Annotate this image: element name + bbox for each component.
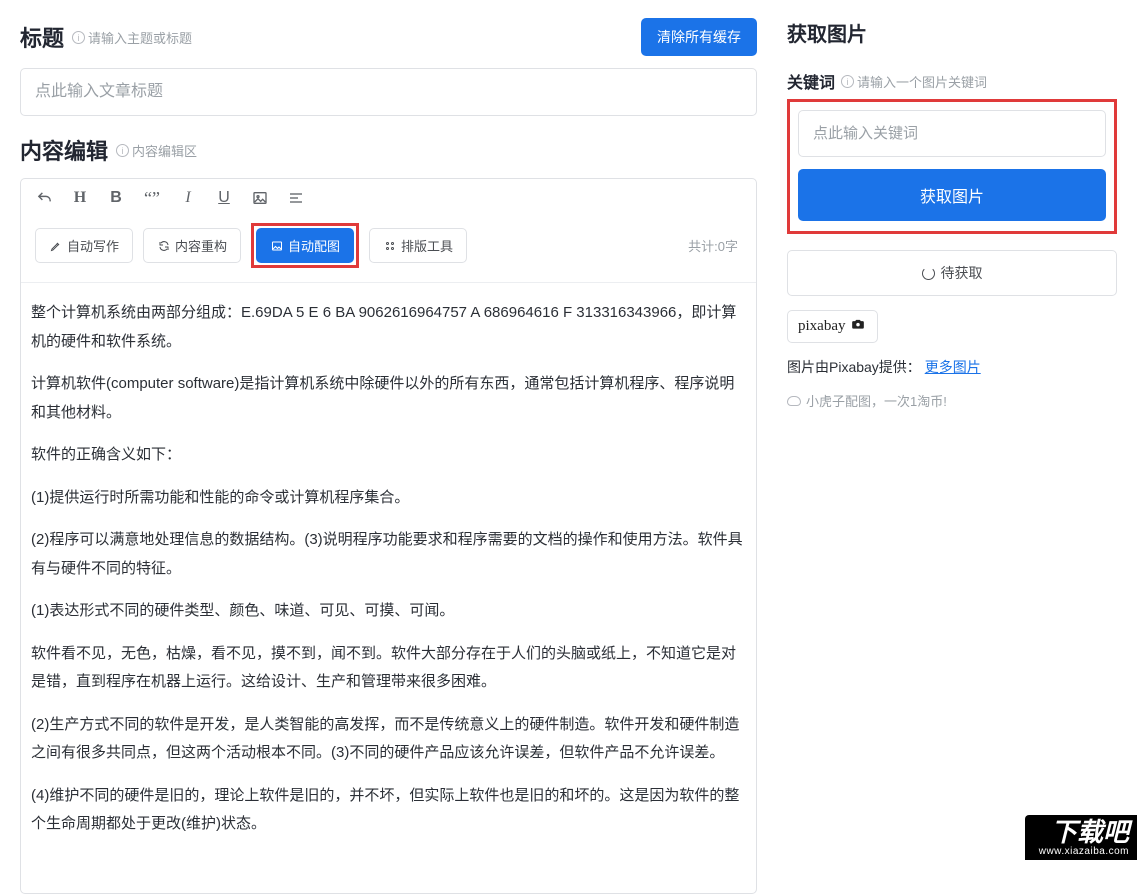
image-icon[interactable] bbox=[251, 189, 269, 207]
footer-note: 小虎子配图，一次1淘币! bbox=[787, 391, 1117, 410]
format-toolbar: H B “” I U bbox=[21, 179, 756, 217]
content-paragraph: 计算机软件(computer software)是指计算机系统中除硬件以外的所有… bbox=[31, 370, 746, 427]
fetch-image-button[interactable]: 获取图片 bbox=[798, 169, 1106, 221]
auto-image-button[interactable]: 自动配图 bbox=[256, 228, 354, 263]
restructure-button[interactable]: 内容重构 bbox=[143, 228, 241, 263]
align-left-icon[interactable] bbox=[287, 189, 305, 207]
layout-tool-button[interactable]: 排版工具 bbox=[369, 228, 467, 263]
layout-icon bbox=[383, 239, 396, 252]
editor-box: H B “” I U bbox=[20, 178, 757, 894]
content-paragraph: (2)程序可以满意地处理信息的数据结构。(3)说明程序功能要求和程序需要的文档的… bbox=[31, 526, 746, 583]
keyword-hint: i 请输入一个图片关键词 bbox=[841, 72, 987, 91]
title-section-header: 标题 i 请输入主题或标题 清除所有缓存 bbox=[20, 18, 757, 56]
title-label: 标题 bbox=[20, 21, 64, 53]
italic-icon[interactable]: I bbox=[179, 189, 197, 207]
info-icon: i bbox=[841, 75, 854, 88]
attribution-text: 图片由Pixabay提供： 更多图片 bbox=[787, 357, 1117, 377]
content-paragraph: (1)表达形式不同的硬件类型、颜色、味道、可见、可摸、可闻。 bbox=[31, 597, 746, 626]
article-title-input[interactable] bbox=[20, 68, 757, 116]
content-paragraph: (1)提供运行时所需功能和性能的命令或计算机程序集合。 bbox=[31, 484, 746, 513]
content-paragraph: 整个计算机系统由两部分组成：E.69DA 5 E 6 BA 9062616964… bbox=[31, 299, 746, 356]
clear-cache-button[interactable]: 清除所有缓存 bbox=[641, 18, 757, 56]
action-toolbar: 自动写作 内容重构 自动配图 bbox=[21, 217, 756, 282]
undo-icon[interactable] bbox=[35, 189, 53, 207]
auto-image-highlight: 自动配图 bbox=[251, 223, 359, 268]
auto-write-button[interactable]: 自动写作 bbox=[35, 228, 133, 263]
pending-status[interactable]: 待获取 bbox=[787, 250, 1117, 296]
editor-section-header: 内容编辑 i 内容编辑区 bbox=[20, 134, 757, 166]
cloud-icon bbox=[787, 396, 801, 406]
bold-icon[interactable]: B bbox=[107, 189, 125, 207]
pixabay-badge: pixabay bbox=[787, 310, 878, 343]
watermark: 下载吧 www.xiazaiba.com bbox=[1025, 815, 1137, 860]
keyword-input[interactable] bbox=[798, 110, 1106, 157]
quote-icon[interactable]: “” bbox=[143, 189, 161, 207]
keyword-highlight: 获取图片 bbox=[787, 99, 1117, 234]
title-hint: i 请输入主题或标题 bbox=[72, 28, 192, 47]
editor-hint: i 内容编辑区 bbox=[116, 141, 197, 160]
content-paragraph: 软件看不见，无色，枯燥，看不见，摸不到，闻不到。软件大部分存在于人们的头脑或纸上… bbox=[31, 640, 746, 697]
word-count: 共计:0字 bbox=[688, 236, 742, 255]
content-paragraph: (2)生产方式不同的软件是开发，是人类智能的高发挥，而不是传统意义上的硬件制造。… bbox=[31, 711, 746, 768]
camera-icon bbox=[849, 317, 867, 336]
editor-label: 内容编辑 bbox=[20, 134, 108, 166]
pencil-icon bbox=[49, 239, 62, 252]
content-paragraph: (4)维护不同的硬件是旧的，理论上软件是旧的，并不坏，但实际上软件也是旧的和坏的… bbox=[31, 782, 746, 839]
editor-content[interactable]: 整个计算机系统由两部分组成：E.69DA 5 E 6 BA 9062616964… bbox=[21, 282, 756, 893]
content-paragraph: 软件的正确含义如下： bbox=[31, 441, 746, 470]
spinner-icon bbox=[922, 267, 935, 280]
more-images-link[interactable]: 更多图片 bbox=[925, 359, 981, 375]
keyword-label: 关键词 bbox=[787, 69, 835, 93]
refresh-icon bbox=[157, 239, 170, 252]
info-icon: i bbox=[116, 144, 129, 157]
keyword-header: 关键词 i 请输入一个图片关键词 bbox=[787, 69, 1117, 93]
underline-icon[interactable]: U bbox=[215, 189, 233, 207]
info-icon: i bbox=[72, 31, 85, 44]
heading-icon[interactable]: H bbox=[71, 189, 89, 207]
image-add-icon bbox=[270, 239, 283, 252]
fetch-image-title: 获取图片 bbox=[787, 18, 1117, 47]
